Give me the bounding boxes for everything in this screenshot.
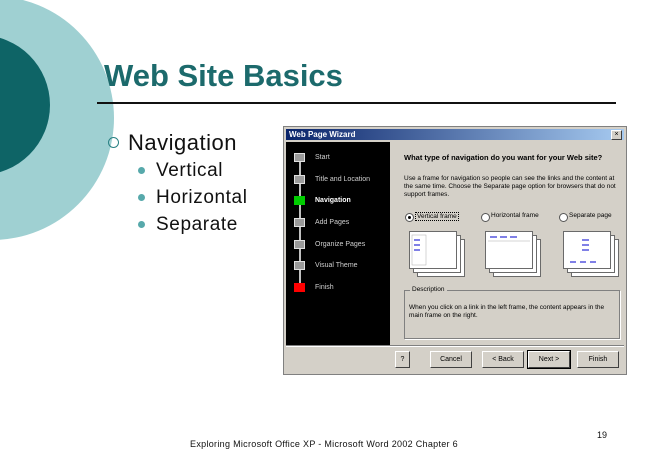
option-vertical-frame[interactable]: Vertical frame xyxy=(415,212,459,221)
wizard-steps-panel: Start Title and Location Navigation Add … xyxy=(286,142,390,345)
title-underline xyxy=(97,102,616,104)
navigation-instruction: Use a frame for navigation so people can… xyxy=(404,175,616,198)
step-visual-theme[interactable]: Visual Theme xyxy=(315,262,358,270)
step-navigation[interactable]: Navigation xyxy=(315,197,351,205)
finish-button[interactable]: Finish xyxy=(577,351,619,368)
back-button[interactable]: < Back xyxy=(482,351,524,368)
cancel-button[interactable]: Cancel xyxy=(430,351,472,368)
sub-bullet-horizontal: Horizontal xyxy=(156,187,248,208)
step-marker-icon xyxy=(294,218,305,227)
radio-vertical-frame[interactable] xyxy=(405,213,414,222)
step-marker-icon xyxy=(294,153,305,162)
sub-bullet-dot-icon xyxy=(138,221,145,228)
step-marker-finish-icon xyxy=(294,283,305,292)
navigation-question: What type of navigation do you want for … xyxy=(404,153,603,162)
step-marker-icon xyxy=(294,261,305,270)
sub-bullet-dot-icon xyxy=(138,167,145,174)
preview-separate-page-icon xyxy=(559,229,619,277)
step-organize-pages[interactable]: Organize Pages xyxy=(315,241,365,249)
sub-bullet-separate: Separate xyxy=(156,214,238,235)
next-button[interactable]: Next > xyxy=(527,350,571,369)
preview-vertical-frame-icon xyxy=(405,229,465,277)
web-page-wizard-window: Web Page Wizard × Start Title and Locati… xyxy=(283,126,627,375)
description-group: Description When you click on a link in … xyxy=(404,286,620,339)
sub-bullet-dot-icon xyxy=(138,194,145,201)
step-title-location[interactable]: Title and Location xyxy=(315,176,370,184)
step-marker-icon xyxy=(294,175,305,184)
description-legend: Description xyxy=(410,286,447,293)
slide-footer: Exploring Microsoft Office XP - Microsof… xyxy=(190,439,458,449)
radio-separate-page[interactable] xyxy=(559,213,568,222)
description-text: When you click on a link in the left fra… xyxy=(409,304,605,319)
step-add-pages[interactable]: Add Pages xyxy=(315,219,349,227)
bullet-navigation: Navigation xyxy=(128,130,237,155)
option-horizontal-frame[interactable]: Horizontal frame xyxy=(491,212,539,219)
radio-horizontal-frame[interactable] xyxy=(481,213,490,222)
step-start[interactable]: Start xyxy=(315,154,330,162)
wizard-title-bar: Web Page Wizard × xyxy=(286,129,624,140)
help-button[interactable]: ? xyxy=(395,351,410,368)
sub-bullet-vertical: Vertical xyxy=(156,160,224,181)
step-marker-icon xyxy=(294,240,305,249)
decorative-circles xyxy=(0,0,120,260)
close-icon[interactable]: × xyxy=(611,130,622,140)
step-finish[interactable]: Finish xyxy=(315,284,334,292)
option-separate-page[interactable]: Separate page xyxy=(569,212,612,219)
preview-horizontal-frame-icon xyxy=(481,229,541,277)
wizard-title: Web Page Wizard xyxy=(289,130,356,139)
footer-separator xyxy=(286,345,624,347)
step-marker-current-icon xyxy=(294,196,305,205)
bullet-circle-icon xyxy=(108,137,119,148)
slide-title: Web Site Basics xyxy=(104,58,343,93)
